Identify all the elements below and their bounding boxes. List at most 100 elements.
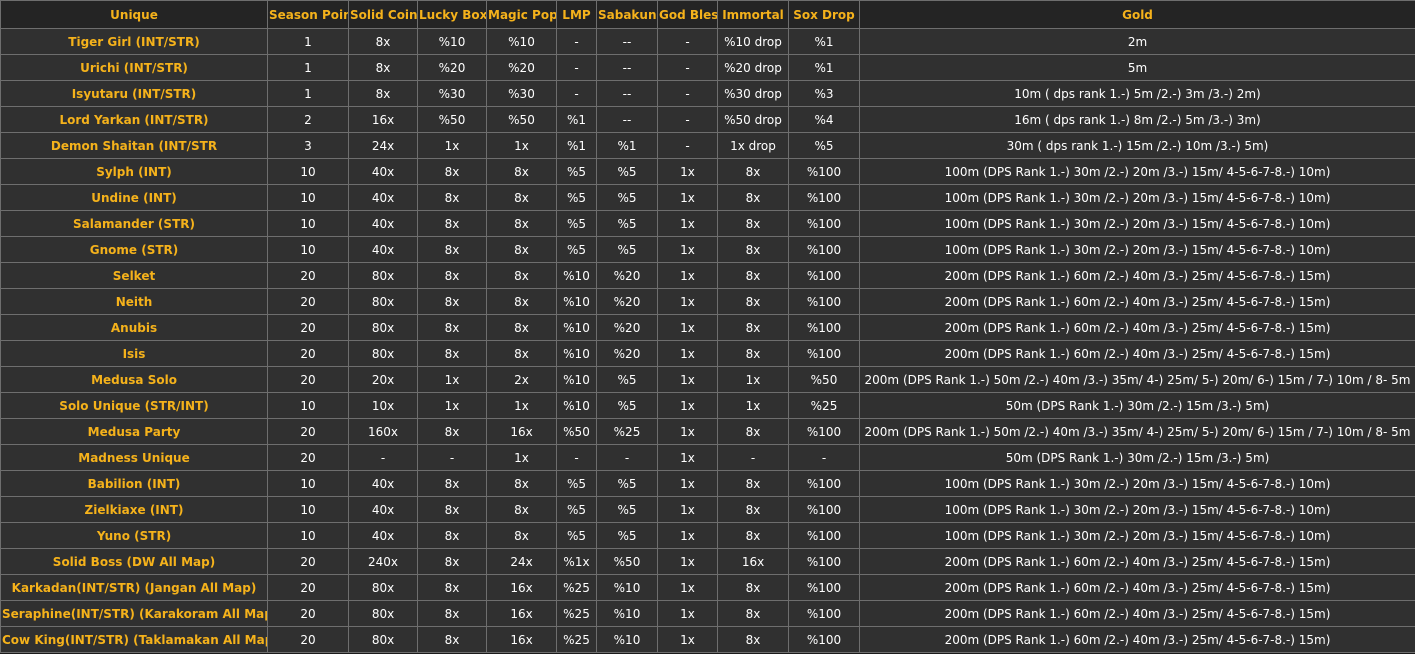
cell-season-point: 20 xyxy=(267,600,349,627)
table-row: Medusa Solo 20 20x 1x 2x %10 %5 1x 1x %50 200m (DP… xyxy=(0,366,1415,393)
cell-god-bless: 1x xyxy=(657,470,718,497)
cell-lmp: %10 xyxy=(556,288,597,315)
table-body: Tiger Girl (INT/STR) 1 8x %10 %10- -- - %10 dro… xyxy=(0,28,1415,653)
cell-lucky-box: 8x xyxy=(417,236,487,263)
cell-lmp: %25 xyxy=(556,626,597,653)
cell-sabakun: %1 xyxy=(596,132,658,159)
cell-season-point: 20 xyxy=(267,418,349,445)
cell-sabakun: %5 xyxy=(596,210,658,237)
table-row: Isis 20 80x 8x 8x %10 %20 1x 8x %100 200m (DPS Ran… xyxy=(0,340,1415,367)
cell-lmp: - xyxy=(556,444,597,471)
cell-magic-pop: 16x xyxy=(486,626,557,653)
cell-sox-drop: %100 xyxy=(788,184,860,211)
cell-god-bless: 1x xyxy=(657,574,718,601)
cell-gold: 200m (DPS Rank 1.-) 60m /2.-) 40m /3.-) … xyxy=(859,574,1415,601)
cell-unique-name: Seraphine(INT/STR) (Karakoram All Map) xyxy=(0,600,268,627)
cell-unique-name: Lord Yarkan (INT/STR) xyxy=(0,106,268,133)
cell-sabakun: %5 xyxy=(596,496,658,523)
cell-god-bless: 1x xyxy=(657,210,718,237)
cell-gold: 50m (DPS Rank 1.-) 30m /2.-) 15m /3.-) 5… xyxy=(859,444,1415,471)
cell-immortal: 8x xyxy=(717,626,789,653)
cell-gold: 200m (DPS Rank 1.-) 60m /2.-) 40m /3.-) … xyxy=(859,340,1415,367)
cell-solid-coin: 240x xyxy=(348,548,418,575)
cell-sabakun: %20 xyxy=(596,314,658,341)
cell-season-point: 1 xyxy=(267,80,349,107)
cell-season-point: 10 xyxy=(267,210,349,237)
cell-gold: 100m (DPS Rank 1.-) 30m /2.-) 20m /3.-) … xyxy=(859,184,1415,211)
cell-unique-name: Sylph (INT) xyxy=(0,158,268,185)
cell-lucky-box: 8x xyxy=(417,314,487,341)
cell-god-bless: 1x xyxy=(657,392,718,419)
cell-sox-drop: %100 xyxy=(788,600,860,627)
cell-solid-coin: 8x xyxy=(348,54,418,81)
cell-sox-drop: %100 xyxy=(788,574,860,601)
cell-lucky-box: 8x xyxy=(417,288,487,315)
cell-unique-name: Babilion (INT) xyxy=(0,470,268,497)
cell-sabakun: %50 xyxy=(596,548,658,575)
cell-sabakun: %5 xyxy=(596,366,658,393)
cell-unique-name: Salamander (STR) xyxy=(0,210,268,237)
cell-magic-pop: 16x xyxy=(486,418,557,445)
cell-immortal: 8x xyxy=(717,210,789,237)
cell-god-bless: 1x xyxy=(657,262,718,289)
table-row: Lord Yarkan (INT/STR) 2 16x %50 %50 %1 -- - %50 … xyxy=(0,106,1415,133)
table-row: Tiger Girl (INT/STR) 1 8x %10 %10- -- - %10 dro… xyxy=(0,28,1415,55)
cell-unique-name: Yuno (STR) xyxy=(0,522,268,549)
table-row: Babilion (INT) 10 40x 8x 8x %5 %5 1x 8x %100 100m … xyxy=(0,470,1415,497)
cell-solid-coin: 16x xyxy=(348,106,418,133)
cell-gold: 200m (DPS Rank 1.-) 60m /2.-) 40m /3.-) … xyxy=(859,600,1415,627)
cell-immortal: 8x xyxy=(717,314,789,341)
cell-lucky-box: 8x xyxy=(417,600,487,627)
cell-sox-drop: %100 xyxy=(788,470,860,497)
table-row: Urichi (INT/STR) 1 8x %20 %20- -- - %20 drop %1 5… xyxy=(0,54,1415,81)
cell-solid-coin: 10x xyxy=(348,392,418,419)
cell-magic-pop: %30 xyxy=(486,80,557,107)
cell-solid-coin: 40x xyxy=(348,470,418,497)
cell-season-point: 1 xyxy=(267,54,349,81)
cell-magic-pop: %20 xyxy=(486,54,557,81)
cell-god-bless: - xyxy=(657,28,718,55)
cell-immortal: 16x xyxy=(717,548,789,575)
header-magic-pop: Magic Pop xyxy=(486,0,557,29)
cell-unique-name: Tiger Girl (INT/STR) xyxy=(0,28,268,55)
cell-solid-coin: 80x xyxy=(348,314,418,341)
cell-unique-name: Neith xyxy=(0,288,268,315)
cell-sabakun: -- xyxy=(596,106,658,133)
cell-sabakun: %10 xyxy=(596,600,658,627)
cell-god-bless: 1x xyxy=(657,158,718,185)
cell-sabakun: %20 xyxy=(596,340,658,367)
table-row: Undine (INT) 10 40x 8x 8x %5 %5 1x 8x %100 100m (D… xyxy=(0,184,1415,211)
cell-immortal: 8x xyxy=(717,288,789,315)
table-row: Madness Unique 20- -1x - -1x - -50m (DPS Rank … xyxy=(0,444,1415,471)
cell-unique-name: Isis xyxy=(0,340,268,367)
cell-lucky-box: %50 xyxy=(417,106,487,133)
cell-lmp: %10 xyxy=(556,314,597,341)
cell-magic-pop: 8x xyxy=(486,262,557,289)
cell-sox-drop: %100 xyxy=(788,158,860,185)
cell-unique-name: Undine (INT) xyxy=(0,184,268,211)
cell-season-point: 10 xyxy=(267,522,349,549)
table-row: Sylph (INT) 10 40x 8x 8x %5 %5 1x 8x %100 100m (DP… xyxy=(0,158,1415,185)
cell-magic-pop: 8x xyxy=(486,496,557,523)
cell-immortal: 8x xyxy=(717,262,789,289)
cell-immortal: 8x xyxy=(717,418,789,445)
cell-solid-coin: 80x xyxy=(348,626,418,653)
table-row: Karkadan(INT/STR) (Jangan All Map) 20 80x 8… xyxy=(0,574,1415,601)
table-row: Medusa Party 20 160x 8x 16x %50 %25 1x 8x %100 200… xyxy=(0,418,1415,445)
cell-gold: 30m ( dps rank 1.-) 15m /2.-) 10m /3.-) … xyxy=(859,132,1415,159)
cell-solid-coin: 80x xyxy=(348,600,418,627)
cell-season-point: 10 xyxy=(267,158,349,185)
cell-magic-pop: 8x xyxy=(486,470,557,497)
cell-gold: 100m (DPS Rank 1.-) 30m /2.-) 20m /3.-) … xyxy=(859,470,1415,497)
cell-immortal: 1x xyxy=(717,366,789,393)
header-unique: Unique xyxy=(0,0,268,29)
cell-solid-coin: 40x xyxy=(348,184,418,211)
cell-solid-coin: 40x xyxy=(348,210,418,237)
cell-lmp: - xyxy=(556,28,597,55)
cell-lucky-box: 8x xyxy=(417,158,487,185)
cell-immortal: 8x xyxy=(717,340,789,367)
table-row: Isyutaru (INT/STR) 1 8x %30 %30- -- - %30 drop%… xyxy=(0,80,1415,107)
cell-immortal: %50 drop xyxy=(717,106,789,133)
cell-sabakun: -- xyxy=(596,80,658,107)
cell-immortal: 1x drop xyxy=(717,132,789,159)
